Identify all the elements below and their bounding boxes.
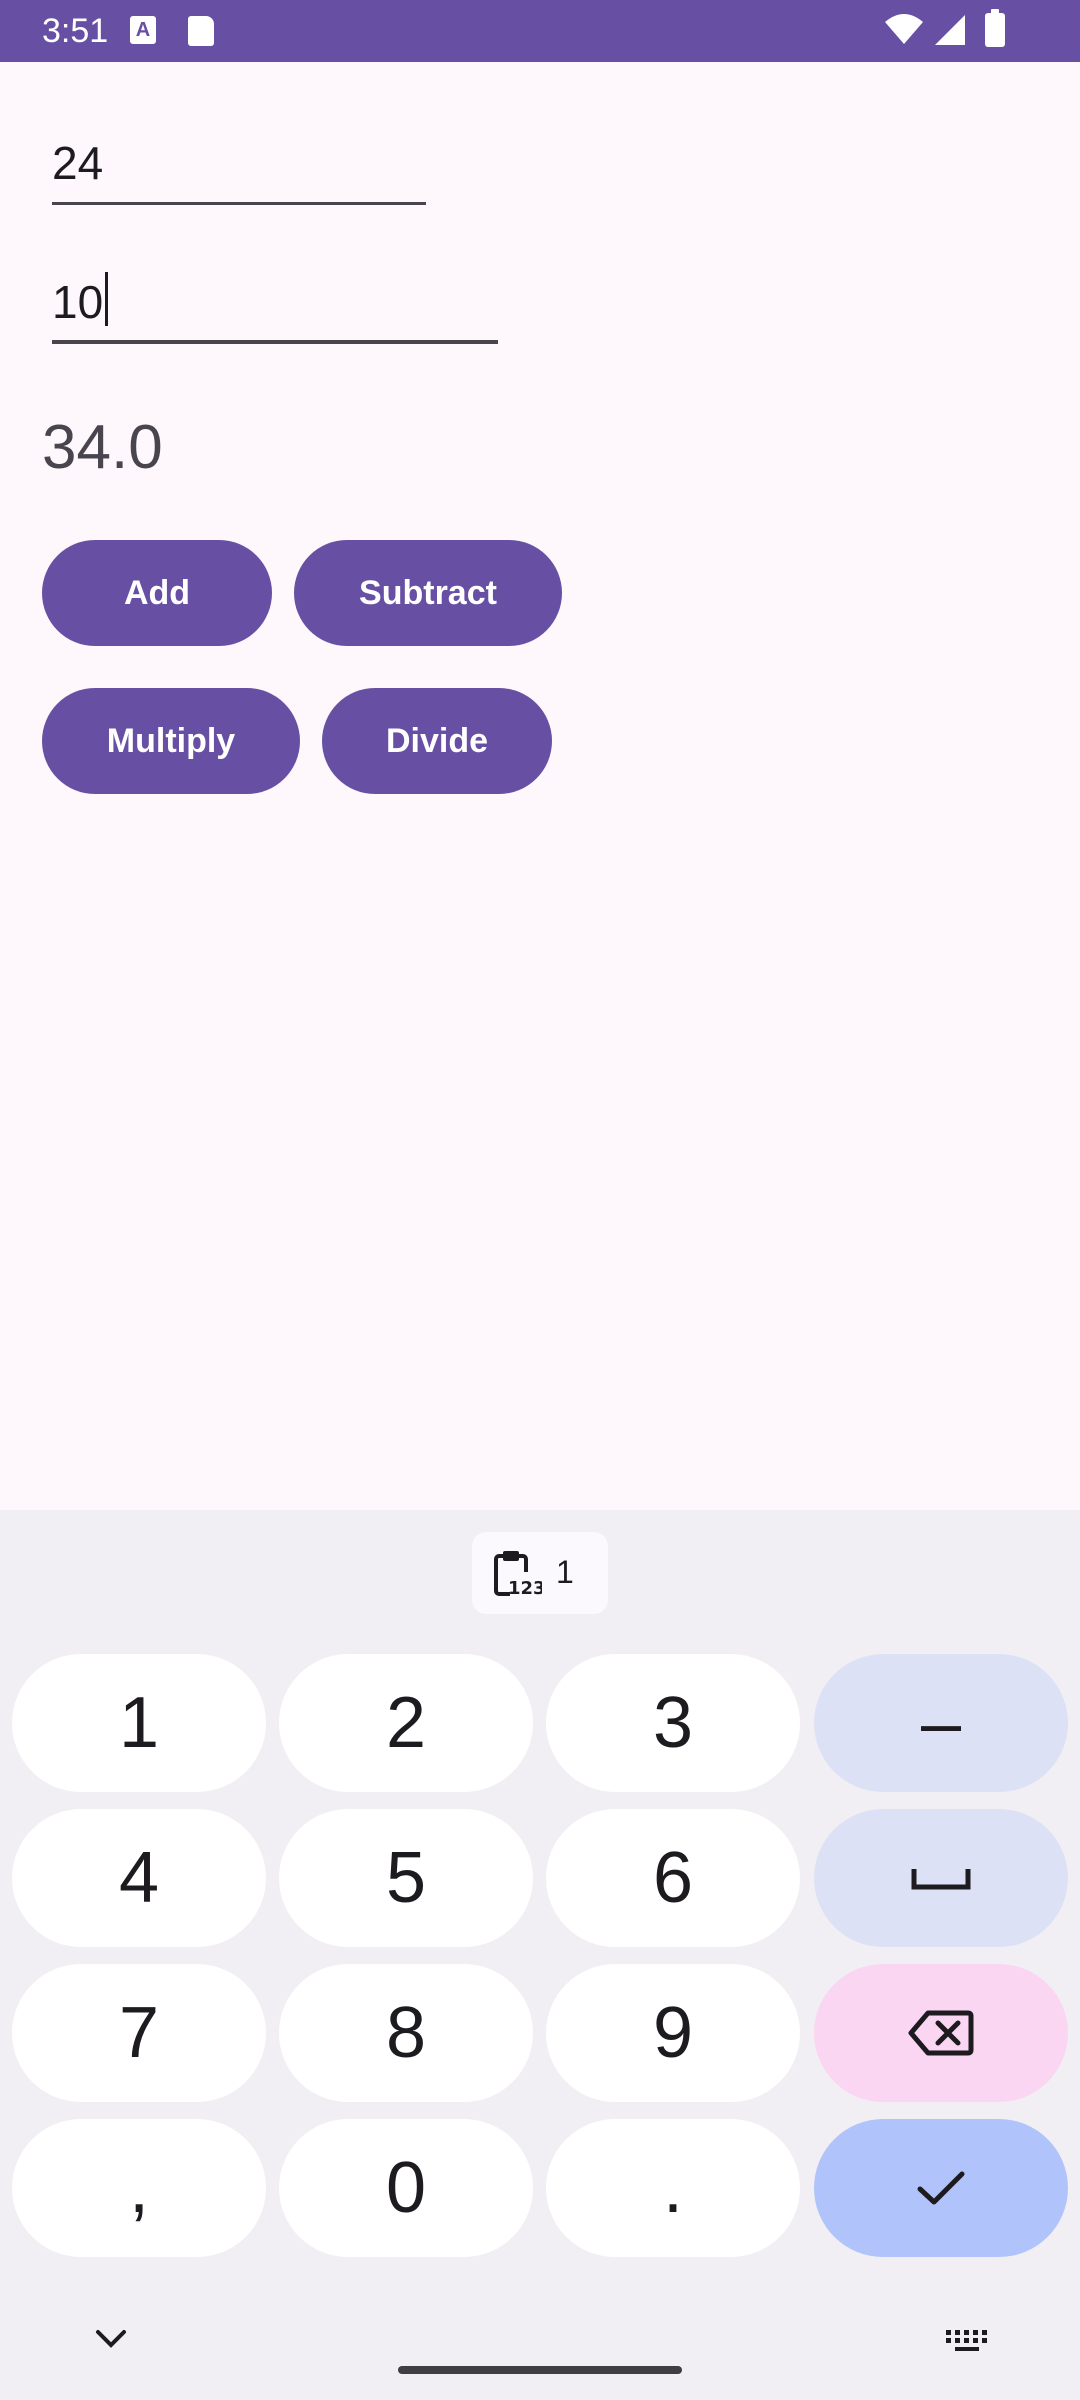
key-2[interactable]: 2 <box>279 1654 533 1792</box>
keyboard-switch-icon[interactable] <box>944 2328 990 2354</box>
svg-text:123: 123 <box>508 1578 542 1598</box>
key-4[interactable]: 4 <box>12 1809 266 1947</box>
battery-icon <box>985 9 1005 47</box>
key-backspace[interactable] <box>814 1964 1068 2102</box>
subtract-button[interactable]: Subtract <box>294 540 562 646</box>
key-minus[interactable]: – <box>814 1654 1068 1792</box>
divide-button[interactable]: Divide <box>322 688 552 794</box>
second-number-field[interactable]: 10 <box>52 268 498 344</box>
text-cursor <box>105 272 109 326</box>
key-done[interactable] <box>814 2119 1068 2257</box>
multiply-button[interactable]: Multiply <box>42 688 300 794</box>
key-1[interactable]: 1 <box>12 1654 266 1792</box>
second-number-value: 10 <box>52 276 104 328</box>
first-number-value: 24 <box>52 137 104 189</box>
clipboard-suggestion-chip[interactable]: 123 1 <box>472 1532 608 1614</box>
hide-keyboard-chevron-icon[interactable] <box>94 2328 128 2350</box>
clipboard-count: 1 <box>556 1554 574 1590</box>
numeric-keyboard: 123 1 1 2 3 – 4 5 6 7 8 9 , 0 . <box>0 1510 1080 2400</box>
key-space[interactable] <box>814 1809 1068 1947</box>
wifi-icon <box>885 14 923 44</box>
key-3[interactable]: 3 <box>546 1654 800 1792</box>
key-9[interactable]: 9 <box>546 1964 800 2102</box>
app-notification-icon: A <box>130 16 156 44</box>
key-0[interactable]: 0 <box>279 2119 533 2257</box>
space-icon <box>911 1869 971 1890</box>
first-number-field[interactable]: 24 <box>52 128 426 205</box>
add-button[interactable]: Add <box>42 540 272 646</box>
key-comma[interactable]: , <box>12 2119 266 2257</box>
backspace-icon <box>908 2010 974 2056</box>
key-5[interactable]: 5 <box>279 1809 533 1947</box>
status-bar: 3:51 A <box>0 0 1080 62</box>
status-time: 3:51 <box>42 12 109 50</box>
signal-icon <box>935 15 965 45</box>
checkmark-icon <box>917 2171 965 2205</box>
clipboard-numbers-icon: 123 <box>494 1551 542 1598</box>
sd-card-icon <box>188 16 214 46</box>
app-notification-glyph: A <box>135 19 151 41</box>
key-period[interactable]: . <box>546 2119 800 2257</box>
home-gesture-bar[interactable] <box>398 2366 682 2374</box>
key-7[interactable]: 7 <box>12 1964 266 2102</box>
result-text: 34.0 <box>42 413 163 482</box>
key-6[interactable]: 6 <box>546 1809 800 1947</box>
key-8[interactable]: 8 <box>279 1964 533 2102</box>
